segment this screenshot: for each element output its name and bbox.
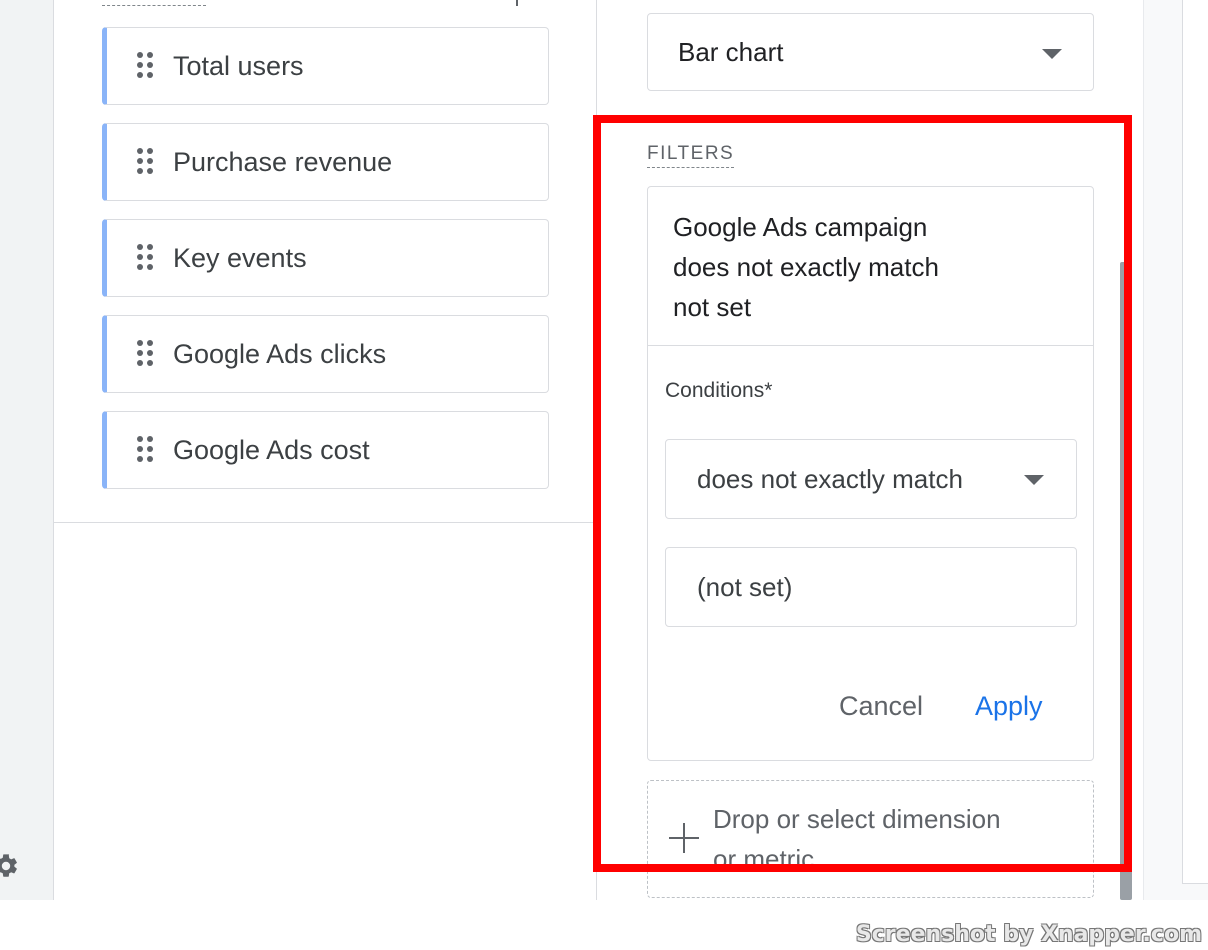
filter-summary-operator: does not exactly match: [673, 252, 939, 282]
chevron-down-icon: [1024, 475, 1044, 485]
drag-handle-icon[interactable]: [135, 52, 155, 80]
metrics-section-header: [102, 0, 206, 6]
visualization-type-select[interactable]: Bar chart: [647, 13, 1094, 91]
drop-zone-line-2: or metric: [713, 844, 815, 874]
drag-handle-icon[interactable]: [135, 148, 155, 176]
condition-operator-select[interactable]: does not exactly match: [665, 439, 1077, 519]
plus-icon: [669, 823, 699, 853]
drop-zone-text: Drop or select dimension or metric: [713, 799, 1073, 879]
metric-label: Google Ads cost: [173, 434, 370, 465]
filter-summary-dimension: Google Ads campaign: [673, 212, 928, 242]
metric-label: Total users: [173, 50, 304, 81]
filter-drop-zone[interactable]: Drop or select dimension or metric: [647, 780, 1094, 898]
drag-handle-icon[interactable]: [135, 340, 155, 368]
chevron-down-icon: [1042, 49, 1062, 59]
watermark-text: Screenshot by Xnapper.com: [855, 922, 1202, 947]
filter-editor-card: Google Ads campaign does not exactly mat…: [647, 186, 1094, 761]
metric-label: Purchase revenue: [173, 146, 393, 177]
visualization-type-value: Bar chart: [678, 36, 784, 67]
section-divider: [54, 522, 597, 523]
metrics-header-marker: [516, 0, 518, 6]
condition-value-input[interactable]: (not set): [665, 547, 1077, 627]
report-canvas-edge: [1182, 0, 1208, 884]
filters-section-title: FILTERS: [647, 143, 735, 168]
editor-stage: Total users Purchase revenue Key events: [0, 0, 1208, 950]
config-column: Bar chart FILTERS Google Ads campaign do…: [597, 0, 1143, 900]
metrics-column: Total users Purchase revenue Key events: [54, 0, 597, 900]
filter-card-divider: [648, 345, 1093, 346]
conditions-label: Conditions*: [665, 379, 773, 402]
metric-label: Key events: [173, 242, 307, 273]
condition-operator-value: does not exactly match: [697, 463, 963, 494]
drop-zone-line-1: Drop or select dimension: [713, 804, 1001, 834]
metric-chip-purchase-revenue[interactable]: Purchase revenue: [102, 123, 549, 201]
scrollbar-thumb[interactable]: [1120, 262, 1132, 900]
metric-chip-total-users[interactable]: Total users: [102, 27, 549, 105]
filter-summary-value: not set: [673, 292, 752, 322]
drag-handle-icon[interactable]: [135, 436, 155, 464]
left-gutter: [0, 0, 54, 900]
cancel-button[interactable]: Cancel: [839, 691, 923, 722]
gear-icon[interactable]: [0, 852, 20, 880]
drag-handle-icon[interactable]: [135, 244, 155, 272]
metric-chip-google-ads-cost[interactable]: Google Ads cost: [102, 411, 549, 489]
metric-chip-google-ads-clicks[interactable]: Google Ads clicks: [102, 315, 549, 393]
apply-button[interactable]: Apply: [975, 691, 1043, 722]
condition-value-text: (not set): [697, 571, 793, 602]
filter-summary[interactable]: Google Ads campaign does not exactly mat…: [673, 207, 1073, 327]
metric-chip-key-events[interactable]: Key events: [102, 219, 549, 297]
metric-label: Google Ads clicks: [173, 338, 387, 369]
